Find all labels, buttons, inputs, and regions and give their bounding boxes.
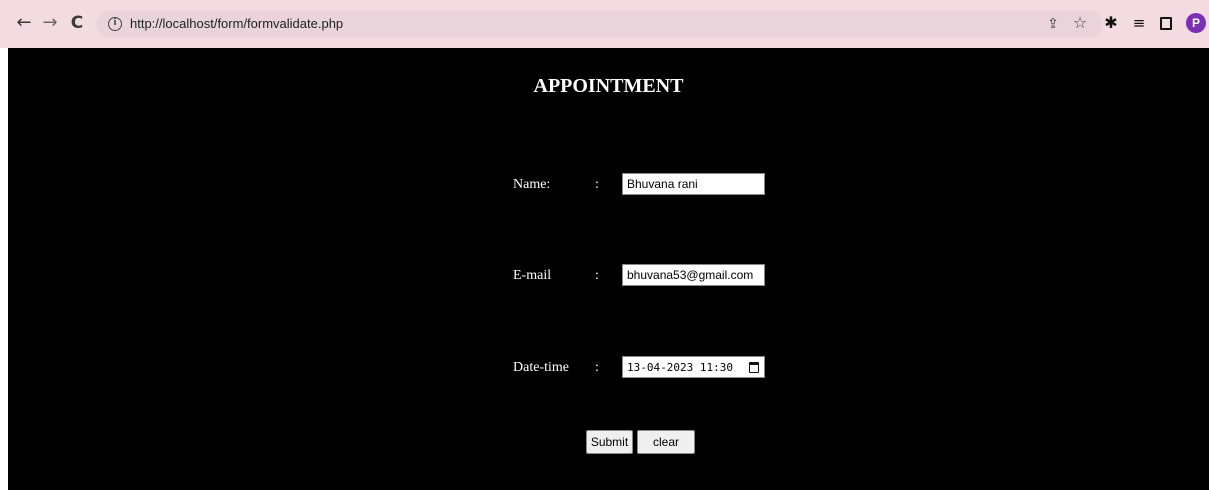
datetime-colon: : <box>595 360 599 375</box>
page-body: APPOINTMENT Name: : Bhuvana rani E-mail … <box>8 48 1209 490</box>
email-colon: : <box>595 268 599 283</box>
page-title: APPOINTMENT <box>533 75 684 97</box>
datetime-input[interactable]: 13-04-2023 11:30 <box>622 356 765 378</box>
name-label: Name: <box>513 177 551 192</box>
email-label: E-mail <box>513 268 552 283</box>
datetime-label: Date-time <box>513 360 569 375</box>
back-arrow-icon[interactable]: ← <box>14 12 34 34</box>
datetime-value: 13-04-2023 11:30 <box>627 361 733 374</box>
submit-button[interactable]: Submit <box>586 430 633 454</box>
reload-icon[interactable]: C <box>66 12 88 34</box>
name-input[interactable]: Bhuvana rani <box>622 173 765 195</box>
forward-arrow-icon[interactable]: → <box>40 12 60 34</box>
browser-toolbar: ← → C i http://localhost/form/formvalida… <box>0 0 1209 48</box>
calendar-icon[interactable] <box>749 362 759 373</box>
avatar[interactable]: P <box>1186 13 1206 33</box>
url-text[interactable]: http://localhost/form/formvalidate.php <box>130 16 343 31</box>
reading-list-icon[interactable]: ≡ <box>1130 12 1148 34</box>
clear-button[interactable]: clear <box>637 430 695 454</box>
info-icon[interactable]: i <box>108 17 122 31</box>
address-bar[interactable]: i http://localhost/form/formvalidate.php <box>96 10 1102 38</box>
name-colon: : <box>595 177 599 192</box>
share-icon[interactable]: ⇪ <box>1044 13 1062 35</box>
extensions-icon[interactable]: ✱ <box>1102 12 1120 34</box>
star-icon[interactable]: ☆ <box>1071 12 1089 34</box>
side-panel-icon[interactable] <box>1160 17 1172 30</box>
email-input[interactable]: bhuvana53@gmail.com <box>622 264 765 286</box>
